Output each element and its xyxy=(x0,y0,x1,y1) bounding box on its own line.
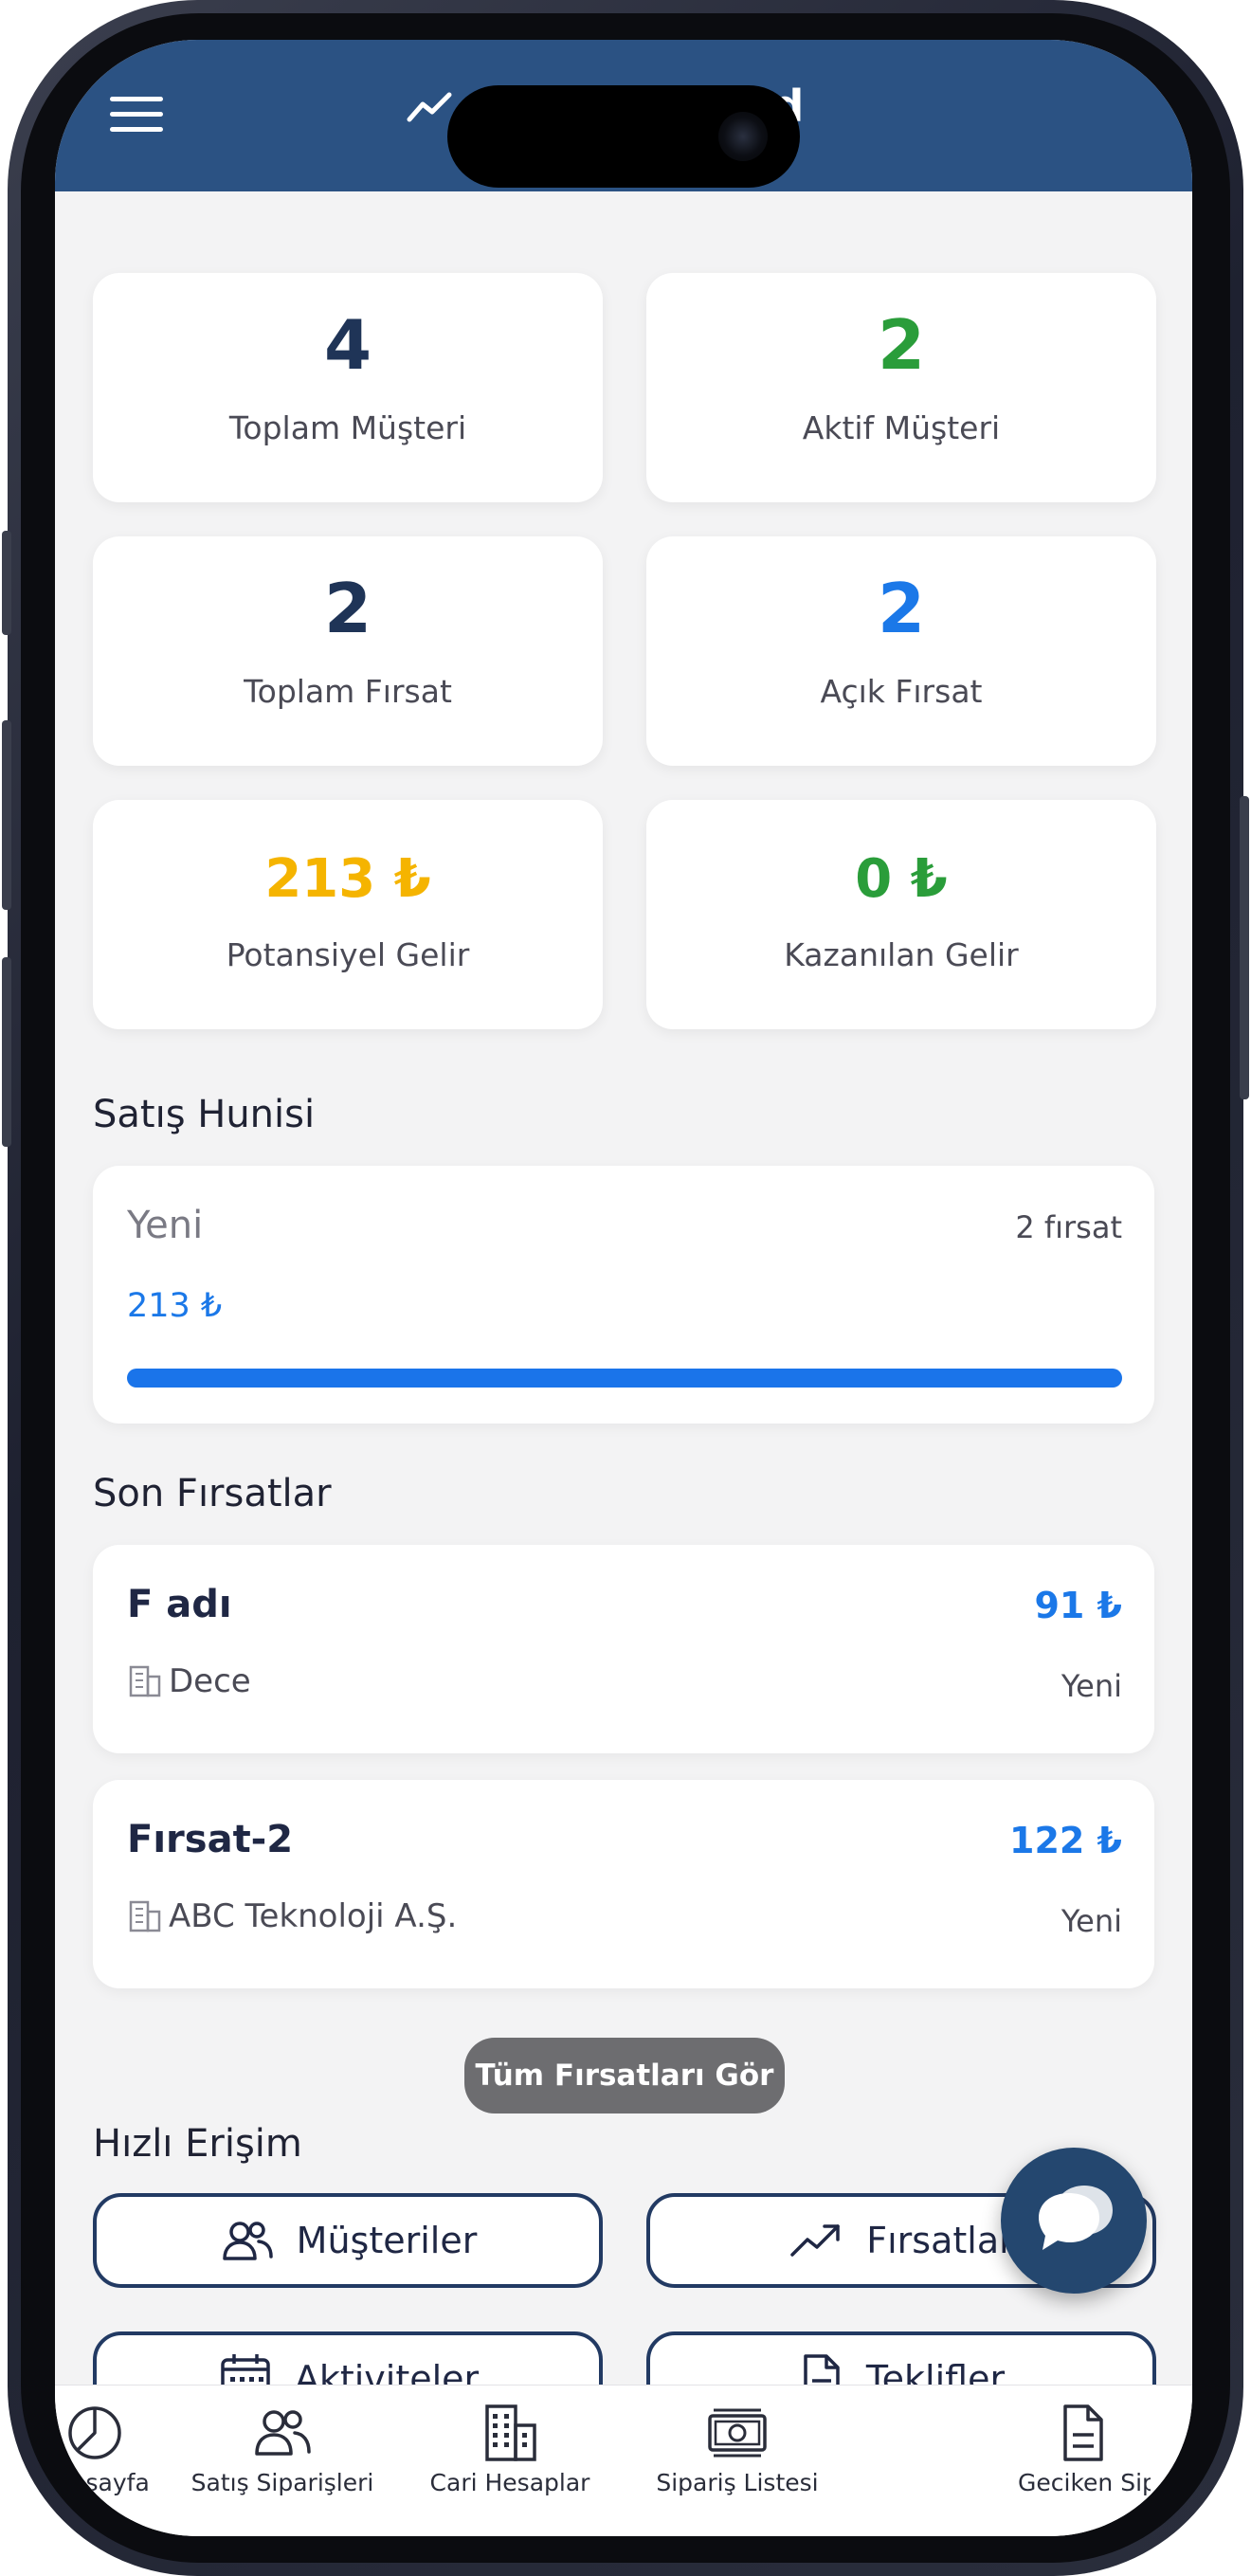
building-icon xyxy=(129,1665,161,1697)
recent-opportunities-heading: Son Fırsatlar xyxy=(93,1472,332,1515)
stat-card-total-opportunities[interactable]: 2 Toplam Fırsat xyxy=(93,536,603,766)
opportunity-amount: 91 ₺ xyxy=(1034,1585,1122,1626)
opportunity-account-name: Dece xyxy=(169,1662,251,1700)
stat-value: 2 xyxy=(877,569,926,648)
funnel-stage-name: Yeni xyxy=(127,1204,204,1247)
opportunity-card[interactable]: Fırsat-2 122 ₺ ABC Teknoloji A.Ş. Yeni xyxy=(93,1780,1154,1988)
nav-item-order-list[interactable]: Sipariş Listesi xyxy=(624,2403,851,2496)
stat-value: 2 xyxy=(877,305,926,385)
stat-label: Aktif Müşteri xyxy=(802,409,1001,446)
opportunity-stage: Yeni xyxy=(1061,1668,1122,1704)
users-icon xyxy=(222,2222,273,2260)
money-icon xyxy=(708,2408,767,2458)
nav-label: Cari Hesaplar xyxy=(429,2469,590,2496)
opportunity-amount: 122 ₺ xyxy=(1009,1820,1122,1861)
pie-chart-icon xyxy=(68,2406,121,2459)
trending-up-icon xyxy=(790,2224,840,2257)
stat-label: Toplam Fırsat xyxy=(244,673,452,710)
nav-label: Sipariş Listesi xyxy=(656,2469,819,2496)
stat-card-won-revenue[interactable]: 0 ₺ Kazanılan Gelir xyxy=(646,800,1156,1029)
stat-card-total-customers[interactable]: 4 Toplam Müşteri xyxy=(93,273,603,502)
dynamic-island xyxy=(447,85,800,188)
funnel-progress-bar xyxy=(127,1369,1122,1388)
opportunity-account-name: ABC Teknoloji A.Ş. xyxy=(169,1897,458,1935)
stat-label: Potansiyel Gelir xyxy=(226,936,470,973)
opportunity-stage: Yeni xyxy=(1061,1903,1122,1939)
building-icon xyxy=(129,1900,161,1932)
nav-item-accounts[interactable]: Cari Hesaplar xyxy=(396,2403,624,2496)
quick-access-heading: Hızlı Erişim xyxy=(93,2122,302,2166)
see-all-opportunities-button[interactable]: Tüm Fırsatları Gör xyxy=(464,2038,785,2113)
stat-card-open-opportunities[interactable]: 2 Açık Fırsat xyxy=(646,536,1156,766)
document-icon xyxy=(1063,2404,1103,2461)
opportunity-account: Dece xyxy=(127,1662,251,1700)
quick-access-label: Müşteriler xyxy=(296,2220,478,2261)
volume-down-button xyxy=(2,957,11,1147)
funnel-stage-count: 2 fırsat xyxy=(1015,1209,1122,1245)
stat-card-potential-revenue[interactable]: 213 ₺ Potansiyel Gelir xyxy=(93,800,603,1029)
bottom-navigation: Anasayfa Satış Siparişleri xyxy=(55,2385,1192,2536)
app-screen: Dashboard 4 Toplam Müşteri 2 Aktif Müşte… xyxy=(55,40,1192,2536)
power-button xyxy=(1240,796,1249,1099)
funnel-stage-amount: 213 ₺ xyxy=(127,1287,223,1325)
quick-access-label: Fırsatlar xyxy=(866,2220,1014,2261)
funnel-progress-fill xyxy=(127,1369,1122,1388)
stat-card-active-customers[interactable]: 2 Aktif Müşteri xyxy=(646,273,1156,502)
opportunity-name: Fırsat-2 xyxy=(127,1818,294,1861)
stat-value: 213 ₺ xyxy=(264,848,431,910)
volume-up-button xyxy=(2,720,11,910)
building-icon xyxy=(485,2404,536,2461)
nav-label: Geciken Siparişler xyxy=(1018,2469,1151,2496)
chat-fab-button[interactable] xyxy=(1001,2148,1147,2294)
nav-item-sales-orders[interactable]: Satış Siparişleri xyxy=(169,2403,396,2496)
chat-icon xyxy=(1039,2186,1113,2250)
opportunity-account: ABC Teknoloji A.Ş. xyxy=(127,1897,457,1935)
stat-value: 2 xyxy=(323,569,372,648)
stat-label: Açık Fırsat xyxy=(820,673,983,710)
stat-label: Kazanılan Gelir xyxy=(784,936,1019,973)
mute-switch xyxy=(2,531,11,635)
sales-funnel-heading: Satış Hunisi xyxy=(93,1093,316,1136)
opportunity-name: F adı xyxy=(127,1583,232,1626)
stat-value: 4 xyxy=(323,305,372,385)
front-camera xyxy=(718,112,768,161)
hamburger-menu-icon[interactable] xyxy=(110,97,167,135)
quick-access-customers-button[interactable]: Müşteriler xyxy=(93,2193,603,2288)
trending-up-icon xyxy=(407,92,452,122)
sales-funnel-card[interactable]: Yeni 2 fırsat 213 ₺ xyxy=(93,1166,1154,1424)
stat-value: 0 ₺ xyxy=(855,848,948,910)
opportunity-card[interactable]: F adı 91 ₺ Dece Yeni xyxy=(93,1545,1154,1753)
stat-label: Toplam Müşteri xyxy=(228,409,467,446)
users-icon xyxy=(255,2410,311,2456)
nav-item-delayed-orders[interactable]: Geciken Siparişler xyxy=(1018,2403,1151,2496)
nav-label: Satış Siparişleri xyxy=(190,2469,374,2496)
